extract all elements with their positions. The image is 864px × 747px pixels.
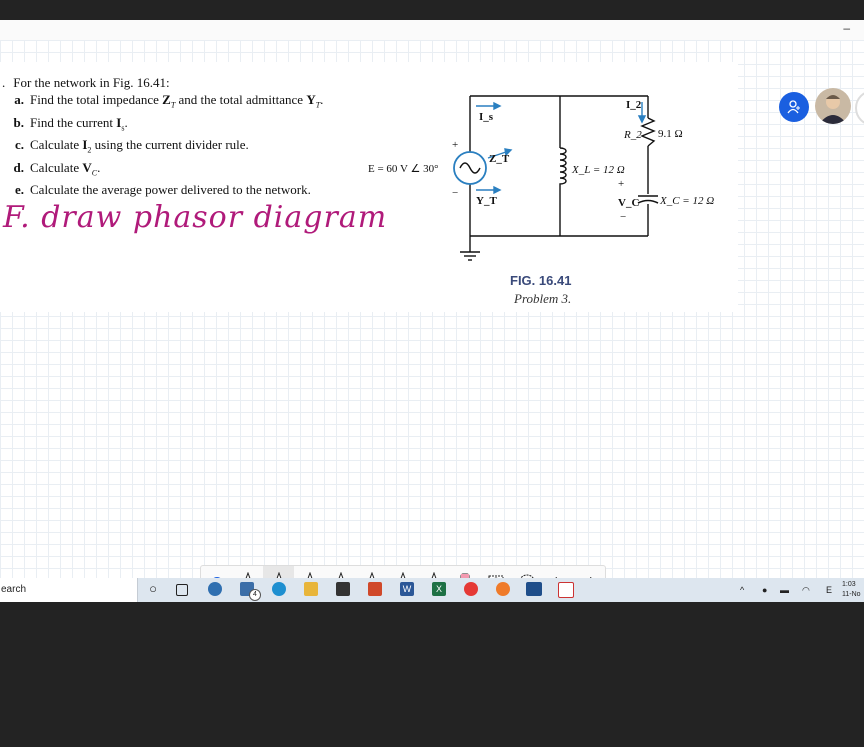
r2-value: 9.1 Ω xyxy=(658,128,683,140)
r2-label: R_2 xyxy=(623,129,642,141)
pen-black-button[interactable] xyxy=(232,566,263,578)
vc-minus: − xyxy=(620,211,626,223)
minimize-button[interactable]: – xyxy=(843,21,850,35)
source-minus: − xyxy=(452,187,458,199)
pen-blue-2-button[interactable] xyxy=(387,566,418,578)
pdf-reader-icon[interactable] xyxy=(558,582,574,598)
windows-taskbar: earch ○ 4 W X ^ ● ▬ ◠ E 1:03 11-No xyxy=(0,578,864,602)
zt-label: Z_T xyxy=(489,153,510,165)
chrome-icon[interactable] xyxy=(464,582,478,596)
clock-time: 1:03 xyxy=(842,581,856,588)
cortana-icon[interactable]: ○ xyxy=(146,582,160,596)
inking-toolbar xyxy=(200,565,606,578)
settings-app-icon[interactable] xyxy=(208,582,222,596)
excel-icon[interactable]: X xyxy=(432,582,446,596)
taskbar-search-box[interactable]: earch xyxy=(0,578,138,602)
eraser-button[interactable] xyxy=(449,566,480,578)
redo-button[interactable] xyxy=(573,566,604,578)
vc-plus: + xyxy=(618,178,624,190)
user-avatar[interactable] xyxy=(815,88,851,124)
source-plus: + xyxy=(452,139,458,151)
resistor-icon xyxy=(640,117,656,147)
is-label: I_s xyxy=(479,111,494,123)
problem-text: . For the network in Fig. 16.41: a. Find t… xyxy=(2,74,362,198)
whiteboard-canvas[interactable]: . For the network in Fig. 16.41: a. Find t… xyxy=(0,40,864,578)
problem-item-a: a. Find the total impedance ZT and the to… xyxy=(14,92,324,110)
bottom-dark-area xyxy=(0,602,864,747)
task-view-icon[interactable] xyxy=(176,584,188,596)
problem-intro: . For the network in Fig. 16.41: xyxy=(2,75,170,90)
store-icon[interactable] xyxy=(336,582,350,596)
whiteboard-app: – . For the network in Fig. 16.41: a. Find… xyxy=(0,20,864,578)
share-user-button[interactable] xyxy=(779,92,809,122)
powerpoint-icon[interactable] xyxy=(368,582,382,596)
xl-label: X_L = 12 Ω xyxy=(571,164,625,176)
vc-label: V_C xyxy=(618,197,639,209)
file-explorer-icon[interactable] xyxy=(304,582,318,596)
ruler-button[interactable] xyxy=(480,566,511,578)
tray-mic-icon[interactable]: ● xyxy=(762,578,767,602)
inductor-icon xyxy=(559,147,567,188)
figure-subcaption: Problem 3. xyxy=(514,291,572,306)
top-dark-bar xyxy=(0,0,864,20)
pen-orange-button[interactable] xyxy=(356,566,387,578)
person-photo-icon xyxy=(819,95,847,124)
clock-date: 11-No xyxy=(842,591,861,598)
secondary-avatar[interactable] xyxy=(855,90,864,126)
xc-label: X_C = 12 Ω xyxy=(659,195,714,207)
word-icon[interactable]: W xyxy=(400,582,414,596)
pen-green-button[interactable] xyxy=(325,566,356,578)
source-label: E = 60 V ∠ 30° xyxy=(368,163,438,175)
tray-language-icon[interactable]: E xyxy=(826,578,832,602)
problem-item-b: b. Find the current Is. xyxy=(13,114,128,133)
pen-blue-button[interactable] xyxy=(294,566,325,578)
taskbar-clock[interactable]: 1:03 11-No xyxy=(842,580,861,600)
firefox-icon[interactable] xyxy=(496,582,510,596)
handwritten-note: F. draw phasor diagram xyxy=(3,200,388,235)
yt-label: Y_T xyxy=(476,195,497,207)
capacitor-plate-curved xyxy=(637,199,659,204)
tray-battery-icon[interactable]: ▬ xyxy=(780,578,789,602)
pencil-button[interactable] xyxy=(418,566,449,578)
i2-label: I_2 xyxy=(626,99,642,111)
whiteboard-app-icon[interactable] xyxy=(526,582,542,596)
pen-magenta-button[interactable] xyxy=(263,566,294,578)
touch-writing-button[interactable] xyxy=(201,566,232,578)
undo-button[interactable] xyxy=(542,566,573,578)
lasso-select-button[interactable] xyxy=(511,566,542,578)
figure-caption: FIG. 16.41 xyxy=(510,273,572,288)
problem-item-d: d. Calculate VC. xyxy=(13,159,101,178)
circuit-diagram: I_s Z_T Y_T + − E = 60 V ∠ 30° X_L = 12 … xyxy=(368,95,714,261)
problem-item-e: e. Calculate the average power delivered … xyxy=(14,182,311,198)
person-add-icon xyxy=(787,100,800,114)
tray-wifi-icon[interactable]: ◠ xyxy=(802,578,810,602)
tray-chevron-icon[interactable]: ^ xyxy=(740,578,744,602)
edge-browser-icon[interactable] xyxy=(272,582,286,596)
notification-badge: 4 xyxy=(249,589,261,601)
problem-item-c: c. Calculate I2 using the current divider… xyxy=(14,137,249,155)
title-strip: – xyxy=(0,20,864,41)
